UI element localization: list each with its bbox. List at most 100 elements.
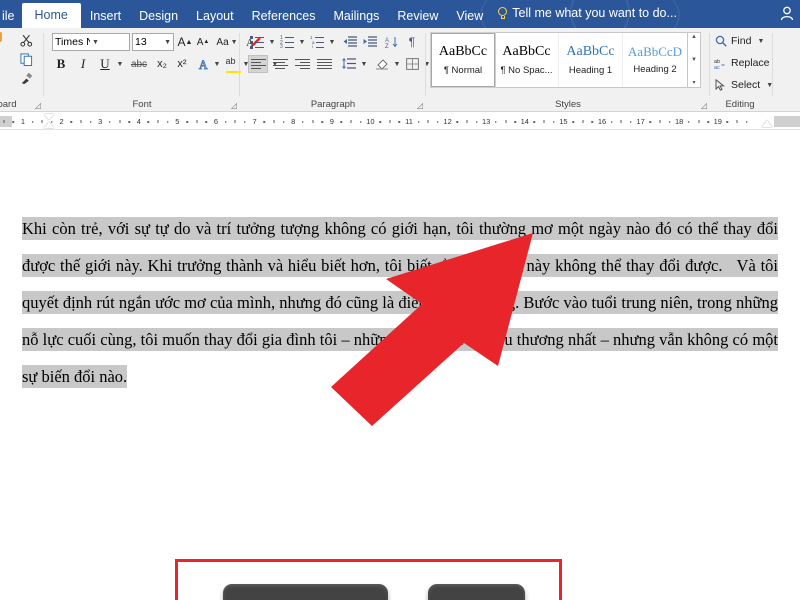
italic-button[interactable]: I — [74, 55, 92, 73]
paste-button[interactable]: te — [0, 32, 10, 72]
style-preview: AaBbCc — [502, 45, 550, 59]
cut-button[interactable] — [14, 31, 38, 50]
text-effects-dropdown[interactable]: ▼ — [211, 55, 221, 73]
shading-dropdown[interactable]: ▼ — [391, 55, 401, 73]
select-button[interactable]: Select ▼ — [714, 76, 773, 94]
bullets-icon — [250, 36, 264, 48]
align-left-icon — [251, 59, 266, 70]
format-painter-button[interactable] — [14, 69, 38, 88]
bullets-dropdown[interactable]: ▼ — [266, 33, 276, 51]
ruler-tick — [621, 120, 622, 123]
ruler-dot — [302, 121, 304, 123]
find-button[interactable]: Find ▼ — [714, 32, 764, 50]
tab-design[interactable]: Design — [130, 5, 187, 28]
font-dialog-launcher[interactable]: ◿ — [231, 101, 237, 110]
styles-gallery: AaBbCc ¶ Normal AaBbCc ¶ No Spac... AaBb… — [430, 32, 688, 88]
ruler-dot — [90, 121, 92, 123]
bullets-button[interactable] — [248, 33, 266, 51]
ruler-tick — [196, 120, 197, 123]
word-window: ile Home Insert Design Layout References… — [0, 0, 800, 600]
numbering-dropdown[interactable]: ▼ — [296, 33, 306, 51]
strikethrough-button[interactable]: abc — [127, 55, 151, 73]
ruler-number: 11 — [405, 116, 413, 127]
numbering-button[interactable]: 1 2 3 — [278, 33, 296, 51]
font-size-combobox[interactable]: 13 ▼ — [132, 33, 174, 51]
borders-button[interactable] — [403, 55, 421, 73]
tab-mailings[interactable]: Mailings — [325, 5, 389, 28]
ruler-dot — [592, 121, 594, 123]
multilevel-list-button[interactable]: 1 a i — [308, 33, 326, 51]
grow-font-button[interactable]: A▲ — [177, 33, 193, 51]
align-right-button[interactable] — [292, 55, 312, 73]
style-item-no-spacing[interactable]: AaBbCc ¶ No Spac... — [495, 33, 559, 87]
ruler-dot — [437, 121, 439, 123]
chevron-down-icon: ▼ — [269, 39, 276, 46]
style-item-heading-2[interactable]: AaBbCcD Heading 2 — [623, 33, 687, 87]
account-icon[interactable] — [778, 4, 796, 22]
borders-icon — [406, 58, 419, 70]
decrease-indent-button[interactable] — [341, 33, 359, 51]
increase-indent-button[interactable] — [361, 33, 379, 51]
hanging-indent-marker[interactable] — [44, 122, 54, 128]
bold-button[interactable]: B — [52, 55, 70, 73]
text-effects-button[interactable]: A — [196, 55, 212, 73]
multilevel-dropdown[interactable]: ▼ — [326, 33, 336, 51]
tab-view[interactable]: View — [447, 5, 492, 28]
underline-label: U — [100, 56, 109, 72]
multilevel-list-icon: 1 a i — [310, 36, 324, 48]
ruler-dot — [457, 121, 459, 123]
horizontal-ruler[interactable]: 12345678910111213141516171819 — [0, 113, 800, 130]
superscript-label: x² — [177, 58, 186, 70]
paragraph-dialog-launcher[interactable]: ◿ — [417, 101, 423, 110]
style-item-heading-1[interactable]: AaBbCc Heading 1 — [559, 33, 623, 87]
style-name: ¶ Normal — [444, 65, 482, 76]
ruler-dot — [514, 121, 516, 123]
ruler-tick — [273, 120, 274, 123]
ruler-dot — [128, 121, 130, 123]
styles-gallery-scroller[interactable]: ▲ ▼ ▾ — [688, 32, 701, 88]
font-size-value: 13 — [135, 36, 162, 48]
document-paragraph[interactable]: Khi còn trẻ, với sự tự do và trí tưởng t… — [22, 210, 778, 395]
ruler-tick — [505, 120, 506, 123]
line-spacing-button[interactable] — [340, 55, 358, 73]
change-case-button[interactable]: Aa ▼ — [215, 33, 239, 51]
justify-button[interactable] — [314, 55, 334, 73]
font-name-combobox[interactable]: Times New R( ▼ — [52, 33, 130, 51]
change-case-label: Aa — [216, 37, 228, 48]
tab-review[interactable]: Review — [388, 5, 447, 28]
chevron-down-icon[interactable]: ▼ — [757, 38, 764, 45]
scroll-up-icon[interactable]: ▲ — [691, 34, 697, 40]
line-spacing-dropdown[interactable]: ▼ — [358, 55, 368, 73]
ruler-dot — [186, 121, 188, 123]
clipboard-dialog-launcher[interactable]: ◿ — [35, 101, 41, 110]
ruler-dot — [244, 121, 246, 123]
tab-layout[interactable]: Layout — [187, 5, 243, 28]
right-indent-marker[interactable] — [762, 120, 772, 127]
align-left-button[interactable] — [248, 55, 268, 73]
shading-button[interactable] — [373, 55, 391, 73]
underline-dropdown[interactable]: ▼ — [114, 55, 124, 73]
tab-insert[interactable]: Insert — [81, 5, 130, 28]
superscript-button[interactable]: x² — [173, 55, 191, 73]
svg-text:A: A — [198, 58, 207, 71]
sort-button[interactable]: A Z — [383, 33, 401, 51]
show-marks-button[interactable]: ¶ — [403, 33, 421, 51]
replace-button[interactable]: ab ac Replace — [714, 54, 770, 72]
subscript-button[interactable]: x₂ — [153, 55, 171, 73]
style-item-normal[interactable]: AaBbCc ¶ Normal — [431, 33, 495, 87]
ruler-tick — [659, 120, 660, 123]
document-canvas[interactable]: Khi còn trẻ, với sự tự do và trí tưởng t… — [0, 130, 800, 600]
tab-home[interactable]: Home — [22, 3, 81, 28]
scroll-down-icon[interactable]: ▼ — [691, 57, 697, 63]
align-center-button[interactable] — [270, 55, 290, 73]
tab-file[interactable]: ile — [0, 5, 22, 28]
underline-button[interactable]: U — [96, 55, 114, 73]
styles-more-icon[interactable]: ▾ — [692, 79, 695, 86]
ruler-number: 7 — [253, 116, 257, 127]
first-line-indent-marker[interactable] — [44, 114, 54, 120]
ruler-dot — [264, 121, 266, 123]
shrink-font-button[interactable]: A▲ — [195, 33, 211, 51]
copy-button[interactable] — [14, 50, 38, 69]
align-center-icon — [273, 59, 288, 70]
tab-references[interactable]: References — [243, 5, 325, 28]
